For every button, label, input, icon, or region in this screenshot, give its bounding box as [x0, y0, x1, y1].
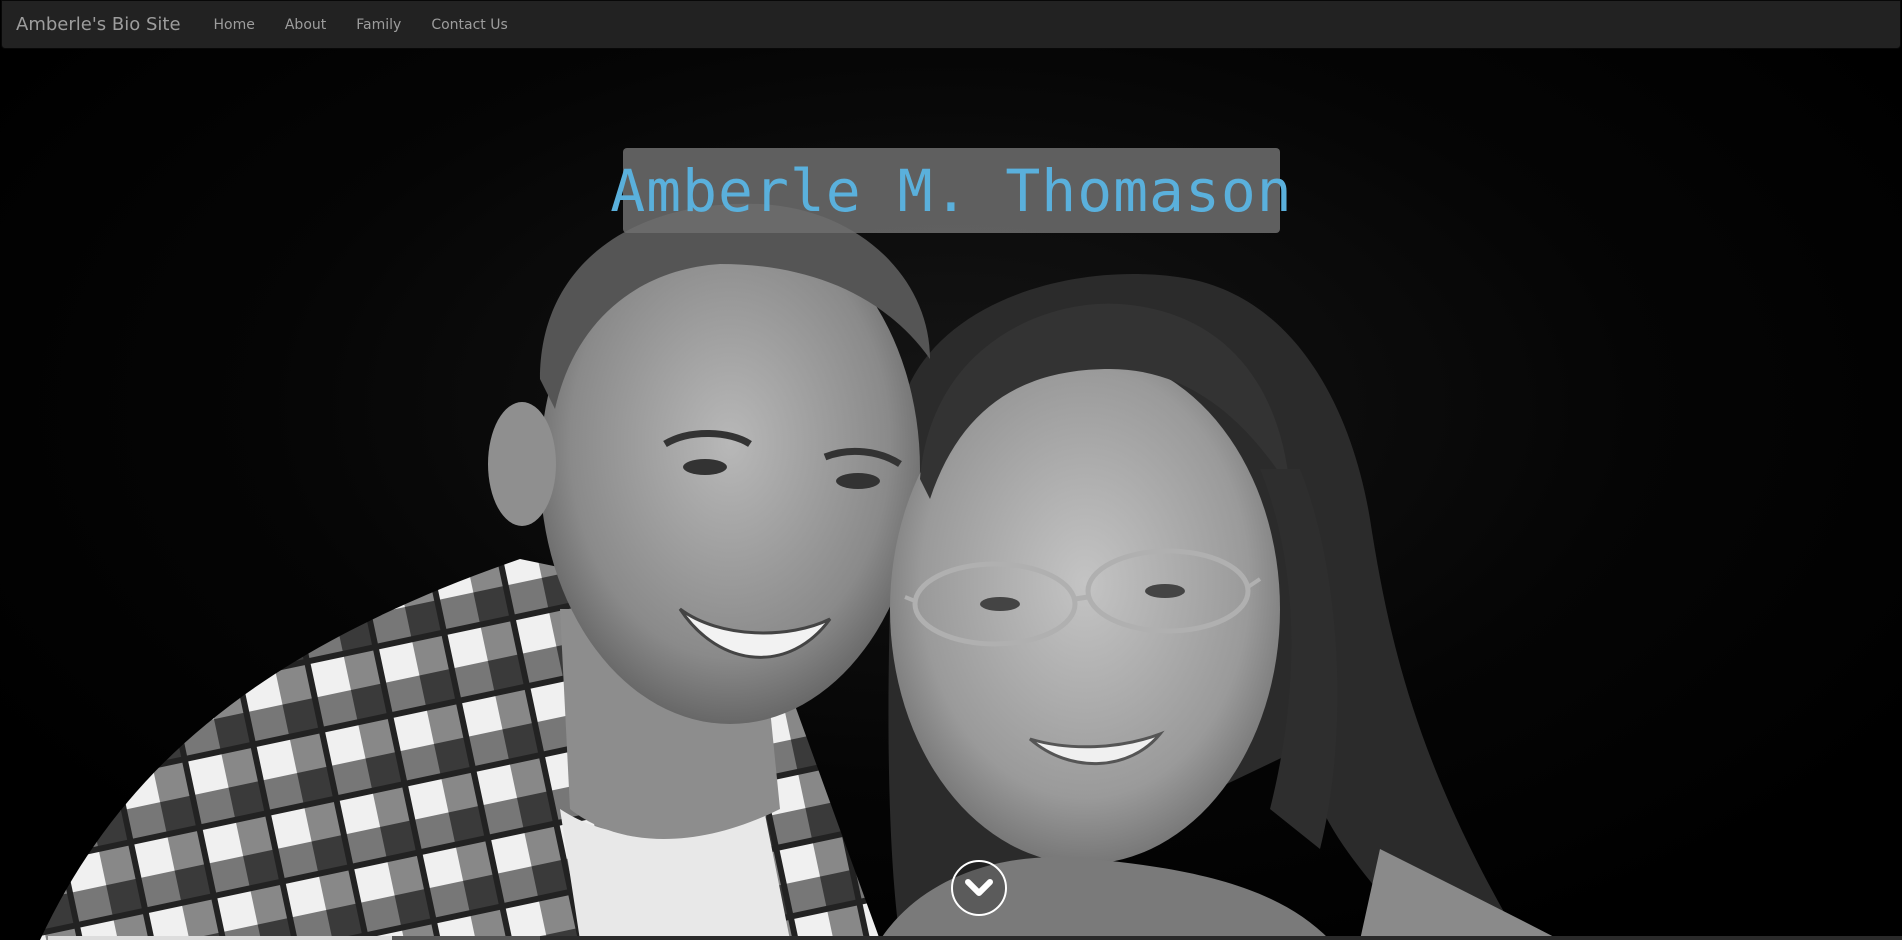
bottom-strip-segment: [392, 936, 540, 940]
bottom-strip-segment: [48, 936, 392, 940]
site-brand-link[interactable]: Amberle's Bio Site: [2, 14, 181, 35]
scroll-down-button[interactable]: [951, 860, 1007, 916]
nav-link-contact[interactable]: Contact Us: [431, 17, 507, 33]
hero-title: Amberle M. Thomason: [610, 156, 1293, 225]
chevron-down-icon: [965, 879, 993, 896]
bottom-strip: [48, 936, 1902, 940]
hero-section: Amberle M. Thomason: [0, 49, 1902, 940]
name-banner: Amberle M. Thomason: [610, 148, 1292, 233]
nav-link-family[interactable]: Family: [356, 17, 401, 33]
nav-link-about[interactable]: About: [285, 17, 326, 33]
top-navbar: Amberle's Bio Site Home About Family Con…: [1, 0, 1901, 49]
nav-link-home[interactable]: Home: [214, 17, 255, 33]
